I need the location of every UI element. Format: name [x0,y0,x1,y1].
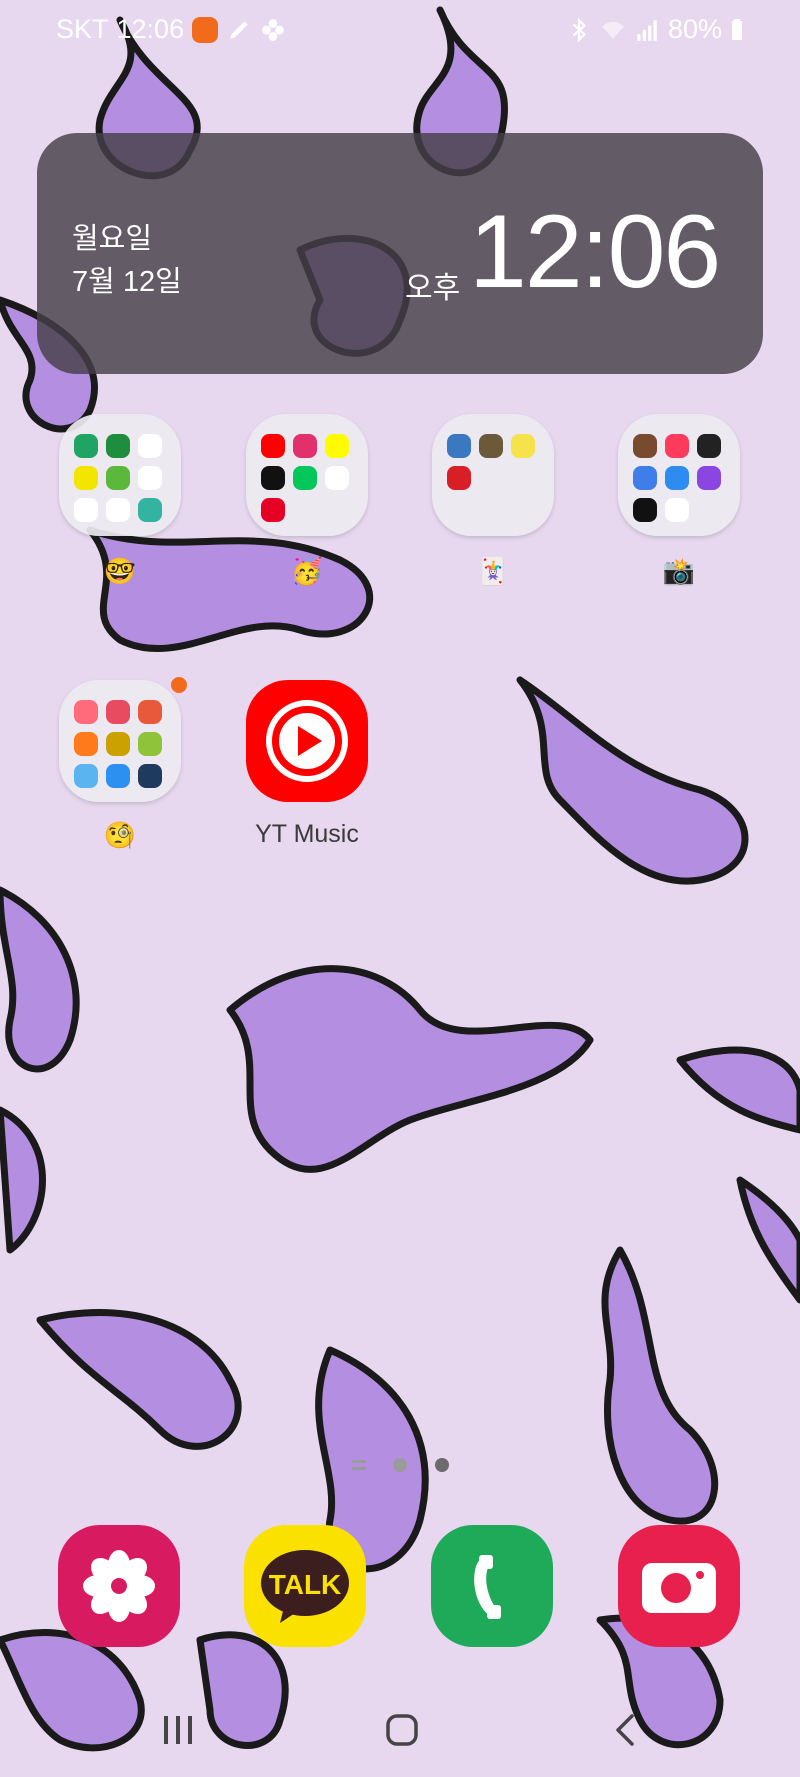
app-thumbnail [665,498,689,522]
phone-icon [474,1555,501,1619]
navigation-bar [0,1680,800,1777]
home-page-indicator [352,1460,366,1470]
yt-music-label: YT Music [255,820,359,848]
folder-2-label: 🥳 [290,556,324,586]
app-thumbnail [325,466,349,490]
folder-2[interactable] [246,414,368,536]
recent-apps-icon[interactable] [158,1710,198,1750]
phone-app[interactable] [431,1525,553,1647]
wifi-icon [602,21,624,39]
app-thumbnail [633,434,657,458]
widget-day: 월요일 [72,223,153,255]
notification-dot [171,677,187,693]
app-thumbnail [138,732,162,756]
app-thumbnail [138,466,162,490]
status-right: 80% [566,14,744,45]
app-thumbnail [106,434,130,458]
folder-4-label: 📸 [662,556,696,586]
app-thumbnail [74,466,98,490]
camera-app[interactable] [618,1525,740,1647]
home-icon[interactable] [382,1710,422,1750]
app-thumbnail [261,434,285,458]
pen-icon [230,20,248,39]
app-thumbnail [325,434,349,458]
status-time: 12:06 [116,14,185,44]
battery-icon [732,18,742,40]
app-thumbnail [106,498,130,522]
app-thumbnail [74,764,98,788]
app-thumbnail [74,732,98,756]
folder-4[interactable] [618,414,740,536]
app-thumbnail [138,498,162,522]
widget-date: 7월 12일 [72,266,182,298]
camera-icon [642,1563,716,1613]
app-thumbnail [511,434,535,458]
app-thumbnail [138,434,162,458]
app-thumbnail [74,434,98,458]
app-thumbnail [138,764,162,788]
app-thumbnail [261,466,285,490]
status-bar[interactable]: SKT 12:06 80% [0,0,800,60]
mi-app-icon [192,16,219,43]
app-thumbnail [633,498,657,522]
pinwheel-icon [262,18,284,41]
kakaotalk-text: TALK [268,1569,342,1600]
widget-ampm: 오후 [405,272,461,305]
carrier-label: SKT [56,14,109,44]
folder-5-label: 🧐 [103,820,137,850]
battery-percent: 80% [667,14,722,44]
app-thumbnail [138,700,162,724]
signal-icon [637,19,657,41]
app-thumbnail [697,434,721,458]
folder-3-label: 🃏 [476,556,510,586]
yt-music-app[interactable] [246,680,368,802]
page-dot [393,1458,407,1472]
app-thumbnail [665,466,689,490]
page-indicator[interactable] [350,1450,450,1480]
app-thumbnail [697,466,721,490]
app-thumbnail [293,434,317,458]
app-thumbnail [261,498,285,522]
kakaotalk-app[interactable]: TALK [244,1525,366,1647]
gallery-app[interactable] [58,1525,180,1647]
app-thumbnail [106,764,130,788]
app-thumbnail [106,466,130,490]
app-thumbnail [293,466,317,490]
app-thumbnail [106,700,130,724]
bluetooth-icon [572,17,586,42]
app-thumbnail [633,466,657,490]
app-thumbnail [106,732,130,756]
app-thumbnail [74,700,98,724]
back-icon[interactable] [606,1710,646,1750]
app-thumbnail [479,434,503,458]
folder-3[interactable] [432,414,554,536]
app-thumbnail [74,498,98,522]
widget-time: 12:06 [469,194,721,310]
folder-1[interactable] [59,414,181,536]
page-dot-active [435,1458,449,1472]
app-thumbnail [447,434,471,458]
folder-5[interactable] [59,680,181,802]
clock-widget[interactable]: 월요일 7월 12일 오후 12:06 [37,133,763,374]
yt-music-icon [266,700,348,782]
app-thumbnail [447,466,471,490]
status-left: SKT 12:06 [56,14,286,45]
flower-icon [83,1550,155,1622]
folder-1-label: 🤓 [103,556,137,586]
app-thumbnail [665,434,689,458]
